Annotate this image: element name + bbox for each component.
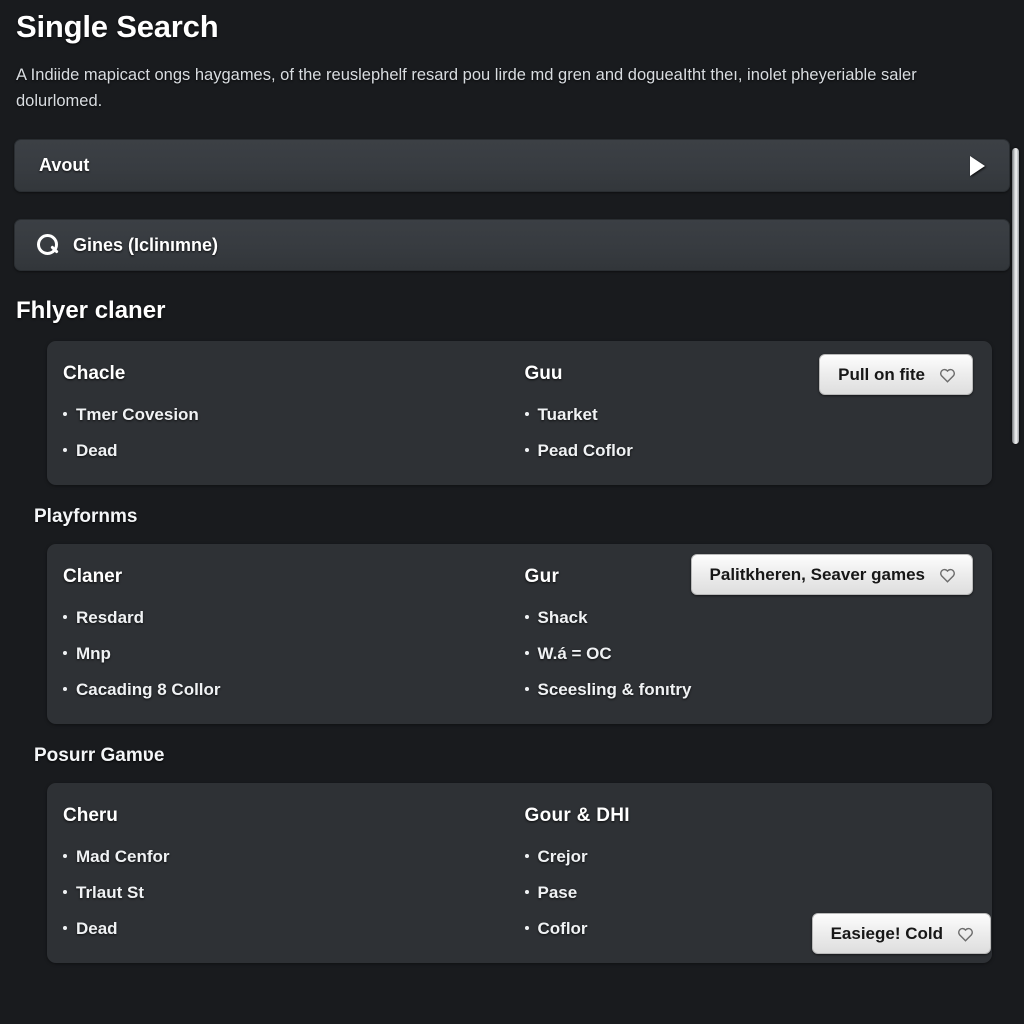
page-description: A Indiide mapicact ongs haygames, of the…: [16, 66, 917, 110]
bullet-icon: [63, 448, 67, 452]
list-item-label: Mad Cenfor: [76, 847, 170, 866]
bullet-icon: [63, 890, 67, 894]
column-1-0: Claner Resdard Mnp Cacading 8 Collor: [63, 566, 507, 700]
bullet-icon: [524, 687, 529, 691]
list-item-label: Coflor: [537, 919, 588, 938]
column-heading: Chacle: [63, 363, 126, 384]
list-item-label: Pase: [537, 883, 578, 902]
list-item-disabled[interactable]: W.á = OC: [524, 644, 969, 664]
favorite-button-1[interactable]: Palitkheren, Seaver games: [690, 554, 973, 595]
heart-icon: [939, 567, 956, 583]
list-item-link[interactable]: Tuarket: [524, 405, 969, 425]
section-title-2: Posurr Gamʋe: [34, 745, 165, 766]
list-item-label: Shack: [537, 608, 588, 627]
list-item[interactable]: Dead: [63, 441, 507, 461]
list-item[interactable]: Shack: [524, 608, 969, 628]
search-input-value: Gines (Iclinımne): [73, 234, 219, 255]
bullet-icon: [63, 926, 67, 930]
bullet-icon: [524, 926, 529, 930]
list-item-link[interactable]: Pase: [524, 883, 969, 903]
bullet-icon: [524, 615, 529, 619]
bullet-icon: [524, 651, 529, 655]
list-item-label: W.á = OC: [537, 644, 612, 663]
column-0-0: Chacle Tmer Covesion Dead: [63, 363, 507, 461]
section-card-1: Claner Resdard Mnp Cacading 8 Collor Gur…: [47, 544, 992, 724]
list-item-label: Trlaut St: [76, 883, 145, 902]
section-title-0: Fhlyer claner: [16, 297, 166, 324]
column-item-list: Tuarket Pead Coflor: [524, 405, 969, 461]
favorite-button-label: Pull on fite: [838, 364, 925, 384]
list-item-disabled[interactable]: Mnp: [63, 644, 507, 664]
column-item-list: Tmer Covesion Dead: [63, 405, 507, 461]
list-item[interactable]: Mad Cenfor: [63, 847, 507, 867]
triangle-right-icon[interactable]: [970, 155, 985, 176]
bullet-icon: [524, 448, 529, 452]
bullet-icon: [63, 854, 67, 858]
list-item-link[interactable]: Crejor: [524, 847, 969, 867]
bullet-icon: [524, 412, 529, 416]
heart-icon: [957, 926, 974, 942]
list-item-label: Sceesling & fonıtry: [537, 680, 692, 699]
column-heading: Gour & DHI: [524, 805, 630, 826]
list-item[interactable]: Dead: [63, 919, 507, 939]
column-heading: Cheru: [63, 805, 118, 826]
page-title: Single Search: [16, 9, 219, 44]
vertical-scrollbar[interactable]: [1011, 140, 1020, 1024]
search-icon: [37, 234, 59, 256]
bullet-icon: [63, 651, 67, 655]
column-item-list: Shack W.á = OC Sceesling & fonıtry: [524, 608, 969, 700]
bullet-icon: [524, 854, 529, 858]
favorite-button-label: Palitkheren, Seaver games: [709, 564, 925, 584]
list-item[interactable]: Pead Coflor: [524, 441, 969, 461]
column-heading: Claner: [63, 566, 123, 587]
bullet-icon: [524, 890, 529, 894]
section-title-1: Playfornms: [34, 506, 138, 527]
favorite-button-label: Easiege! Cold: [830, 923, 943, 943]
bullet-icon: [63, 615, 67, 619]
page-root: Single Search A Indiide mapicact ongs ha…: [0, 0, 1024, 1024]
list-item[interactable]: Sceesling & fonıtry: [524, 680, 969, 700]
column-item-list: Resdard Mnp Cacading 8 Collor: [63, 608, 507, 700]
section-card-0: Chacle Tmer Covesion Dead Guu Tuarket Pe…: [47, 341, 992, 485]
search-input[interactable]: Gines (Iclinımne): [14, 219, 1010, 271]
accordion-row-avout[interactable]: Avout: [14, 139, 1010, 192]
column-item-list: Mad Cenfor Trlaut St Dead: [63, 847, 507, 939]
favorite-button-2[interactable]: Easiege! Cold: [811, 913, 991, 954]
section-card-2: Cheru Mad Cenfor Trlaut St Dead Gour & D…: [47, 783, 992, 963]
list-item-label: Dead: [76, 441, 118, 460]
list-item[interactable]: Resdard: [63, 608, 507, 628]
bullet-icon: [63, 412, 67, 416]
heart-icon: [939, 367, 956, 383]
accordion-label: Avout: [39, 155, 90, 175]
list-item-label: Pead Coflor: [537, 441, 633, 460]
bullet-icon: [63, 687, 67, 691]
list-item-label: Tuarket: [537, 405, 598, 424]
list-item-label: Mnp: [76, 644, 111, 663]
column-2-0: Cheru Mad Cenfor Trlaut St Dead: [63, 805, 507, 939]
list-item-label: Tmer Covesion: [76, 405, 199, 424]
favorite-button-0[interactable]: Pull on fite: [819, 354, 973, 395]
list-item[interactable]: Tmer Covesion: [63, 405, 507, 425]
list-item-label: Dead: [76, 919, 118, 938]
list-item-label: Resdard: [76, 608, 145, 627]
list-item-link[interactable]: Trlaut St: [63, 883, 507, 903]
list-item[interactable]: Cacading 8 Collor: [63, 680, 507, 700]
list-item-label: Cacading 8 Collor: [76, 680, 221, 699]
list-item-label: Crejor: [537, 847, 588, 866]
scrollbar-thumb[interactable]: [1012, 148, 1019, 444]
